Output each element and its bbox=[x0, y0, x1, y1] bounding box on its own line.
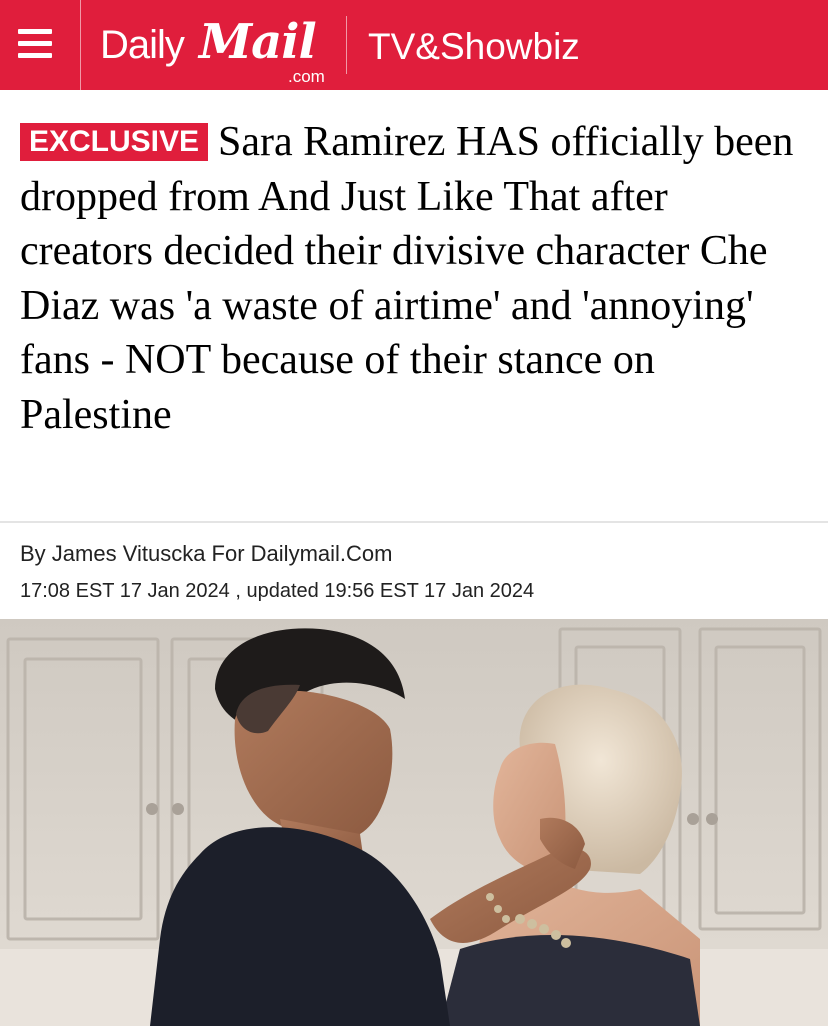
divider bbox=[346, 16, 347, 74]
exclusive-badge: EXCLUSIVE bbox=[20, 123, 209, 161]
section-link-tv-showbiz[interactable]: TV&Showbiz bbox=[368, 26, 580, 68]
menu-icon-line bbox=[18, 53, 52, 58]
menu-icon-line bbox=[18, 29, 52, 34]
publish-timestamp: 17:08 EST 17 Jan 2024 , updated 19:56 ES… bbox=[20, 580, 535, 602]
article-photo[interactable] bbox=[0, 619, 828, 1026]
divider bbox=[80, 0, 81, 90]
headline-text: Sara Ramirez HAS officially been dropped… bbox=[20, 119, 794, 438]
article-headline: EXCLUSIVE Sara Ramirez HAS officially bee… bbox=[20, 115, 810, 442]
byline[interactable]: By James Vituscka For Dailymail.Com bbox=[20, 541, 392, 567]
logo-daily-text: Daily bbox=[100, 23, 185, 67]
menu-icon-line bbox=[18, 41, 52, 46]
top-bar: Daily Mail .com TV&Showbiz bbox=[0, 0, 828, 90]
logo-mail-text: Mail bbox=[199, 14, 317, 70]
logo-com-text: .com bbox=[288, 67, 325, 86]
menu-icon[interactable] bbox=[18, 25, 60, 67]
photo-illustration bbox=[0, 619, 828, 1026]
divider bbox=[0, 521, 828, 523]
